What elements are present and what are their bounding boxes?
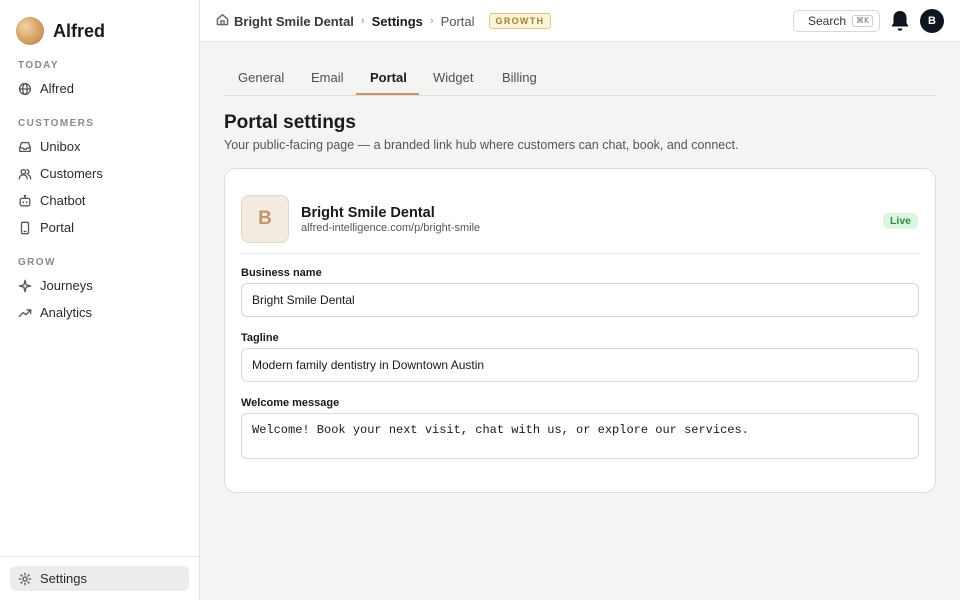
- section-label-customers: CUSTOMERS: [18, 118, 95, 129]
- welcome-message-label: Welcome message: [241, 397, 340, 409]
- divider: [241, 253, 919, 254]
- sidebar-item-settings[interactable]: Settings: [10, 566, 189, 591]
- tab-widget[interactable]: Widget: [433, 70, 473, 85]
- settings-tabs: General Email Portal Widget Billing: [224, 58, 936, 96]
- sidebar-footer-divider: [0, 556, 199, 557]
- sidebar-item-chatbot[interactable]: Chatbot: [10, 188, 189, 213]
- portal-url[interactable]: alfred-intelligence.com/p/bright-smile: [301, 222, 480, 234]
- sidebar-item-portal[interactable]: Portal: [10, 215, 189, 240]
- sidebar-item-label: Journeys: [40, 278, 93, 293]
- sparkle-icon: [18, 279, 32, 293]
- portal-card: B Bright Smile Dental alfred-intelligenc…: [224, 168, 936, 493]
- active-tab-indicator: [356, 93, 419, 95]
- tagline-label: Tagline: [241, 332, 279, 344]
- bell-icon[interactable]: [889, 9, 911, 33]
- section-label-grow: GROW: [18, 257, 56, 268]
- topbar: Bright Smile Dental › Settings › Portal …: [200, 0, 960, 42]
- home-icon[interactable]: [216, 13, 229, 29]
- sidebar-item-unibox[interactable]: Unibox: [10, 134, 189, 159]
- sidebar-item-journeys[interactable]: Journeys: [10, 273, 189, 298]
- avatar[interactable]: B: [920, 9, 944, 33]
- sidebar-item-label: Chatbot: [40, 193, 86, 208]
- sidebar-item-label: Settings: [40, 571, 87, 586]
- sidebar-item-label: Portal: [40, 220, 74, 235]
- brand-name: Alfred: [53, 20, 106, 41]
- brand[interactable]: Alfred: [16, 17, 105, 45]
- inbox-icon: [18, 140, 32, 154]
- tab-portal[interactable]: Portal: [370, 70, 407, 85]
- users-icon: [18, 167, 32, 181]
- tab-email[interactable]: Email: [311, 70, 344, 85]
- business-name-input[interactable]: [241, 283, 919, 317]
- globe-icon: [18, 82, 32, 96]
- plan-badge: GROWTH: [488, 13, 552, 29]
- business-logo[interactable]: B: [241, 195, 289, 243]
- breadcrumb-settings[interactable]: Settings: [372, 14, 423, 29]
- sidebar-item-label: Alfred: [40, 81, 74, 96]
- page-subtitle: Your public-facing page — a branded link…: [224, 138, 739, 152]
- sidebar-item-customers[interactable]: Customers: [10, 161, 189, 186]
- brand-logo: [16, 17, 44, 45]
- page-title: Portal settings: [224, 112, 356, 133]
- sidebar-item-label: Analytics: [40, 305, 93, 320]
- sidebar-item-label: Unibox: [40, 139, 81, 154]
- sidebar: Alfred TODAY Alfred CUSTOMERS Unibox Cus…: [0, 0, 200, 600]
- tagline-input[interactable]: [241, 348, 919, 382]
- search-label: Search: [808, 14, 847, 28]
- breadcrumb-portal: Portal: [440, 13, 475, 29]
- trend-icon: [18, 306, 32, 320]
- gear-icon: [18, 572, 32, 586]
- sidebar-item-label: Customers: [40, 166, 103, 181]
- tab-billing[interactable]: Billing: [502, 70, 537, 85]
- breadcrumb: Bright Smile Dental › Settings › Portal …: [216, 13, 552, 29]
- sidebar-item-alfred[interactable]: Alfred: [10, 76, 189, 101]
- breadcrumb-separator-icon: ›: [360, 15, 365, 27]
- business-name-label: Business name: [241, 267, 322, 279]
- welcome-message-textarea[interactable]: Welcome! Book your next visit, chat with…: [241, 413, 919, 459]
- status-badge: Live: [883, 213, 919, 229]
- breadcrumb-separator-icon: ›: [429, 15, 434, 27]
- search-button[interactable]: Search ⌘K: [793, 10, 880, 32]
- bot-icon: [18, 194, 32, 208]
- phone-icon: [18, 221, 32, 235]
- tab-general[interactable]: General: [238, 70, 284, 85]
- section-label-today: TODAY: [18, 60, 59, 71]
- sidebar-item-analytics[interactable]: Analytics: [10, 300, 189, 325]
- breadcrumb-business[interactable]: Bright Smile Dental: [234, 14, 354, 29]
- search-shortcut: ⌘K: [852, 15, 874, 27]
- business-name: Bright Smile Dental: [301, 205, 435, 221]
